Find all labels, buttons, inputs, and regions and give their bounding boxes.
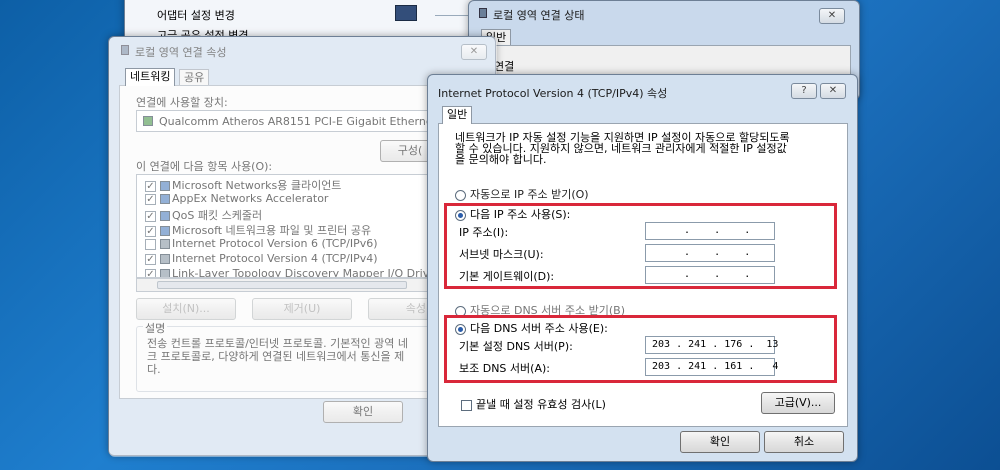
connect-using-label: 연결에 사용할 장치: [136,96,228,109]
sidebar-item-adapter-settings[interactable]: 어댑터 설정 변경 [157,7,235,23]
connection-section-label: 연결 [494,60,515,73]
service-icon [160,194,170,204]
ok-button[interactable]: 확인 [680,431,760,453]
close-button[interactable]: ✕ [820,83,846,99]
protocol-icon [160,254,170,264]
list-item[interactable]: ✓ Link-Layer Topology Discovery Mapper I/… [145,267,441,277]
help-button[interactable]: ? [791,83,817,99]
ipv4-properties-dialog: Internet Protocol Version 4 (TCP/IPv4) 속… [427,74,858,462]
cancel-button[interactable]: 취소 [764,431,844,453]
protocol-icon [160,239,170,249]
list-item[interactable]: Internet Protocol Version 6 (TCP/IPv6) [145,237,378,250]
description-text: 전송 컨트롤 프로토콜/인터넷 프로토콜. 기본적인 광역 네 크 프로토콜로,… [147,337,408,376]
advanced-button[interactable]: 고급(V)... [761,392,835,414]
list-item[interactable]: ✓ QoS 패킷 스케줄러 [145,207,262,223]
validate-checkbox[interactable] [461,399,472,411]
adapter-name: Qualcomm Atheros AR8151 PCI-E Gigabit Et… [159,115,437,128]
scrollbar-thumb[interactable] [157,281,407,289]
tab-general[interactable]: 일반 [442,106,473,124]
close-button[interactable]: ✕ [461,44,487,60]
tab-sharing[interactable]: 공유 [179,69,210,86]
list-item[interactable]: ✓ Microsoft 네트워크용 파일 및 프린터 공유 [145,222,371,238]
manual-dns-highlight [444,315,837,383]
network-adapter-icon [121,45,129,55]
checkbox[interactable]: ✓ [145,225,156,237]
ok-button[interactable]: 확인 [323,401,403,423]
network-icon [395,5,417,21]
checkbox[interactable] [145,238,156,250]
list-item[interactable]: ✓ Microsoft Networks용 클라이언트 [145,177,341,193]
intro-text: 네트워크가 IP 자동 설정 기능을 지원하면 IP 설정이 자동으로 할당되도… [455,131,790,166]
auto-ip-option[interactable]: 자동으로 IP 주소 받기(O) [455,186,589,202]
remove-button[interactable]: 제거(U) [252,298,352,320]
close-button[interactable]: ✕ [819,8,845,24]
adapter-icon [143,116,153,126]
service-icon [160,211,170,221]
checkbox[interactable]: ✓ [145,268,156,277]
client-icon [160,181,170,191]
protocol-icon [160,269,170,277]
auto-ip-radio[interactable] [455,189,466,201]
manual-ip-highlight [444,203,837,289]
checkbox[interactable]: ✓ [145,253,156,265]
list-item[interactable]: ✓ Internet Protocol Version 4 (TCP/IPv4) [145,252,378,265]
install-button[interactable]: 설치(N)... [136,298,236,320]
tab-networking[interactable]: 네트워킹 [125,68,176,86]
status-window-title: 로컬 영역 연결 상태 [493,9,585,22]
validate-on-exit-option[interactable]: 끝낼 때 설정 유효성 검사(L) [461,396,606,412]
network-adapter-icon [479,8,487,18]
ipv4-dialog-title: Internet Protocol Version 4 (TCP/IPv4) 속… [438,87,668,100]
service-icon [160,226,170,236]
properties-window-title: 로컬 영역 연결 속성 [135,46,227,59]
checkbox[interactable]: ✓ [145,193,156,205]
description-label: 설명 [143,320,168,336]
items-label: 이 연결에 다음 항목 사용(O): [136,160,273,173]
checkbox[interactable]: ✓ [145,210,156,222]
checkbox[interactable]: ✓ [145,180,156,192]
list-item[interactable]: ✓ AppEx Networks Accelerator [145,192,328,205]
